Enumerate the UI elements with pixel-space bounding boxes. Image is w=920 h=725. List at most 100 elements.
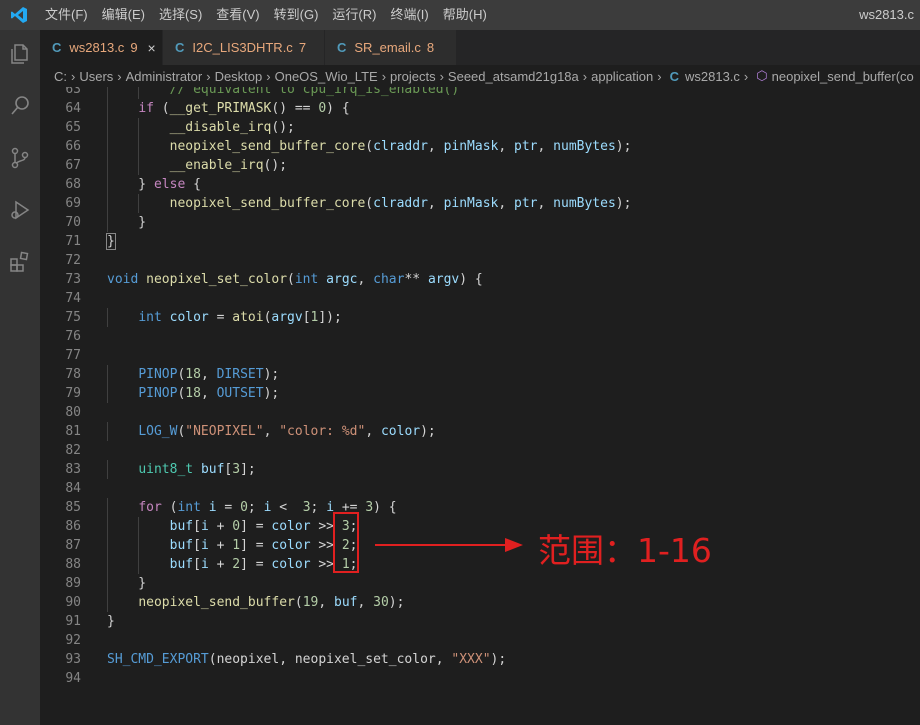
code-line[interactable]: 88 buf[i + 2] = color >> 1;	[40, 555, 920, 574]
chevron-right-icon: ›	[117, 68, 122, 84]
code-line[interactable]: 73 void neopixel_set_color(int argc, char…	[40, 270, 920, 289]
menu-item[interactable]: 文件(F)	[38, 0, 95, 30]
code-line[interactable]: 85 for (int i = 0; i < 3; i += 3) {	[40, 498, 920, 517]
code-line[interactable]: 81 LOG_W("NEOPIXEL", "color: %d", color)…	[40, 422, 920, 441]
menu-item[interactable]: 终端(I)	[383, 0, 435, 30]
code-line[interactable]: 66 neopixel_send_buffer_core(clraddr, pi…	[40, 137, 920, 156]
code-line[interactable]: 63 // equivalent to cpu_irq_is_enabled()	[40, 87, 920, 99]
breadcrumb-path: C: › Users › Administrator › Desktop › OneOS_Wio…	[54, 69, 653, 84]
code-text: LOG_W("NEOPIXEL", "color: %d", color);	[138, 424, 436, 439]
code-line[interactable]: 89 }	[40, 574, 920, 593]
code-line[interactable]: 75 int color = atoi(argv[1]);	[40, 308, 920, 327]
chevron-right-icon: ›	[582, 68, 588, 84]
code-line[interactable]: 78 PINOP(18, DIRSET);	[40, 365, 920, 384]
code-line[interactable]: 83 uint8_t buf[3];	[40, 460, 920, 479]
menu-item[interactable]: 编辑(E)	[95, 0, 152, 30]
code-line[interactable]: 64 if (__get_PRIMASK() == 0) {	[40, 99, 920, 118]
menu-item[interactable]: 选择(S)	[152, 0, 209, 30]
code-line[interactable]: 79 PINOP(18, OUTSET);	[40, 384, 920, 403]
code-text: SH_CMD_EXPORT(neopixel, neopixel_set_col…	[107, 652, 507, 667]
run-debug-icon[interactable]	[0, 188, 40, 232]
activity-bar	[0, 30, 40, 725]
code-line[interactable]: 70 }	[40, 213, 920, 232]
breadcrumb-item[interactable]: projects	[390, 69, 436, 84]
code-text: neopixel_send_buffer(19, buf, 30);	[138, 595, 405, 610]
line-number: 90	[65, 595, 81, 610]
line-number: 91	[65, 614, 81, 629]
tab-sr-email[interactable]: C SR_email.c 8	[325, 30, 457, 65]
annotation-arrow	[375, 538, 523, 552]
code-line[interactable]: 93 SH_CMD_EXPORT(neopixel, neopixel_set_c…	[40, 650, 920, 669]
code-line[interactable]: 77	[40, 346, 920, 365]
c-file-icon: C	[175, 40, 185, 55]
code-line[interactable]: 84	[40, 479, 920, 498]
close-icon[interactable]: ×	[148, 40, 156, 56]
line-number: 86	[65, 519, 81, 534]
code-line[interactable]: 76	[40, 327, 920, 346]
line-number: 87	[65, 538, 81, 553]
code-text: int color = atoi(argv[1]);	[138, 310, 342, 325]
breadcrumb-item[interactable]: C:	[54, 69, 67, 84]
line-number: 75	[65, 310, 81, 325]
annotation-text: 范围：1-16	[538, 531, 712, 570]
code-line[interactable]: 74	[40, 289, 920, 308]
code-line[interactable]: 94	[40, 669, 920, 688]
c-file-icon: C	[52, 40, 62, 55]
code-line[interactable]: 72	[40, 251, 920, 270]
vscode-logo-icon[interactable]	[0, 0, 38, 30]
source-control-icon[interactable]	[0, 136, 40, 180]
code-text: neopixel_send_buffer_core(clraddr, pinMa…	[169, 196, 632, 211]
c-file-icon: C	[337, 40, 347, 55]
tab-ws2813[interactable]: C ws2813.c 9 ×	[40, 30, 163, 65]
line-number: 72	[65, 253, 81, 268]
breadcrumb-item[interactable]: Users	[79, 69, 113, 84]
menu-item[interactable]: 帮助(H)	[436, 0, 494, 30]
code-line[interactable]: 90 neopixel_send_buffer(19, buf, 30);	[40, 593, 920, 612]
breadcrumb-item[interactable]: application	[591, 69, 653, 84]
code-line[interactable]: 71}	[40, 232, 920, 251]
tab-label: SR_email.c	[354, 40, 421, 55]
chevron-right-icon: ›	[71, 68, 76, 84]
problem-count: 8	[426, 40, 435, 55]
menu-item[interactable]: 查看(V)	[209, 0, 266, 30]
menu-item[interactable]: 转到(G)	[267, 0, 326, 30]
line-number: 84	[65, 481, 81, 496]
code-line[interactable]: 92	[40, 631, 920, 650]
code-line[interactable]: 68 } else {	[40, 175, 920, 194]
search-icon[interactable]	[0, 84, 40, 128]
breadcrumb-symbol[interactable]: neopixel_send_buffer(co	[772, 69, 914, 84]
code-line[interactable]: 80	[40, 403, 920, 422]
code-text: neopixel_send_buffer_core(clraddr, pinMa…	[169, 139, 632, 154]
tab-label: ws2813.c	[69, 40, 125, 55]
code-text: }	[107, 614, 115, 629]
breadcrumb-item[interactable]: Desktop	[215, 69, 263, 84]
chevron-right-icon: ›	[206, 68, 211, 84]
explorer-icon[interactable]	[0, 32, 40, 76]
tab-label: I2C_LIS3DHTR.c	[192, 40, 293, 55]
code-text: PINOP(18, OUTSET);	[138, 386, 280, 401]
line-number: 73	[65, 272, 81, 287]
code-line[interactable]: 69 neopixel_send_buffer_core(clraddr, pi…	[40, 194, 920, 213]
tab-i2c-lis3dhtr[interactable]: C I2C_LIS3DHTR.c 7	[163, 30, 325, 65]
breadcrumb-item[interactable]: Seeed_atsamd21g18a	[448, 69, 579, 84]
code-line[interactable]: 67 __enable_irq();	[40, 156, 920, 175]
code-text: }	[107, 576, 147, 591]
code-line[interactable]: 82	[40, 441, 920, 460]
line-number: 80	[65, 405, 81, 420]
line-number: 68	[65, 177, 81, 192]
extensions-icon[interactable]	[0, 240, 40, 284]
code-text: buf[i + 2] = color >> 1;	[169, 557, 358, 572]
code-editor[interactable]: 63 // equivalent to cpu_irq_is_enabled()…	[40, 87, 920, 725]
menu-item[interactable]: 运行(R)	[325, 0, 383, 30]
menu-bar: 文件(F) 编辑(E) 选择(S) 查看(V) 转到(G) 运行(R) 终端(I) 帮助(H)	[38, 0, 494, 30]
breadcrumb-item[interactable]: OneOS_Wio_LTE	[275, 69, 378, 84]
line-number: 85	[65, 500, 81, 515]
code-line[interactable]: 91}	[40, 612, 920, 631]
editor-tab-bar: C ws2813.c 9 × C I2C_LIS3DHTR.c 7 C SR_e…	[40, 30, 920, 65]
code-line[interactable]: 65 __disable_irq();	[40, 118, 920, 137]
breadcrumb-file[interactable]: ws2813.c	[685, 69, 740, 84]
code-line[interactable]: 86 buf[i + 0] = color >> 3;	[40, 517, 920, 536]
window-title: ws2813.c	[859, 7, 914, 22]
c-file-icon: C	[669, 68, 679, 84]
breadcrumb-item[interactable]: Administrator	[126, 69, 203, 84]
